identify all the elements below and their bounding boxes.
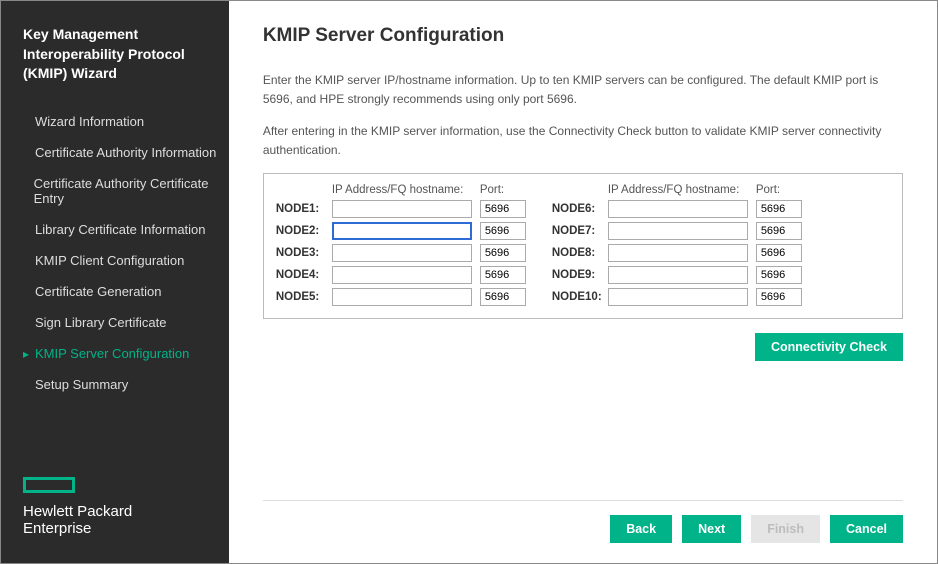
node-label: NODE10: xyxy=(552,291,600,303)
sidebar-item-label: Setup Summary xyxy=(35,377,128,392)
sidebar-item-label: Wizard Information xyxy=(35,114,144,129)
sidebar-item-kmip-client-config[interactable]: KMIP Client Configuration xyxy=(1,245,229,276)
cancel-button[interactable]: Cancel xyxy=(830,515,903,543)
sidebar-title: Key Management Interoperability Protocol… xyxy=(1,1,229,84)
sidebar-item-label: Library Certificate Information xyxy=(35,222,206,237)
sidebar-item-ca-information[interactable]: Certificate Authority Information xyxy=(1,137,229,168)
next-button[interactable]: Next xyxy=(682,515,741,543)
node8-port-input[interactable] xyxy=(756,244,802,262)
column-header-ip: IP Address/FQ hostname: xyxy=(332,184,472,196)
node6-port-input[interactable] xyxy=(756,200,802,218)
node-column-left: IP Address/FQ hostname: Port: NODE1: NOD… xyxy=(276,184,530,306)
sidebar-item-wizard-information[interactable]: Wizard Information xyxy=(1,106,229,137)
node2-ip-input[interactable] xyxy=(332,222,472,240)
node8-ip-input[interactable] xyxy=(608,244,748,262)
node-config-box: IP Address/FQ hostname: Port: NODE1: NOD… xyxy=(263,173,903,319)
node10-ip-input[interactable] xyxy=(608,288,748,306)
sidebar-item-label: Sign Library Certificate xyxy=(35,315,167,330)
sidebar-item-label: KMIP Server Configuration xyxy=(35,346,189,361)
node3-ip-input[interactable] xyxy=(332,244,472,262)
node-label: NODE9: xyxy=(552,269,600,281)
wizard-container: Key Management Interoperability Protocol… xyxy=(0,0,938,564)
node2-port-input[interactable] xyxy=(480,222,526,240)
node7-port-input[interactable] xyxy=(756,222,802,240)
page-title: KMIP Server Configuration xyxy=(263,25,903,47)
sidebar-item-label: Certificate Authority Information xyxy=(35,145,216,160)
node10-port-input[interactable] xyxy=(756,288,802,306)
node4-ip-input[interactable] xyxy=(332,266,472,284)
node7-ip-input[interactable] xyxy=(608,222,748,240)
main-panel: KMIP Server Configuration Enter the KMIP… xyxy=(229,1,937,563)
node-label: NODE5: xyxy=(276,291,324,303)
node-label: NODE4: xyxy=(276,269,324,281)
sidebar-item-kmip-server-config[interactable]: KMIP Server Configuration xyxy=(1,338,229,369)
node-label: NODE2: xyxy=(276,225,324,237)
node-column-right: IP Address/FQ hostname: Port: NODE6: NOD… xyxy=(552,184,806,306)
node1-port-input[interactable] xyxy=(480,200,526,218)
sidebar-item-sign-library-cert[interactable]: Sign Library Certificate xyxy=(1,307,229,338)
sidebar-item-setup-summary[interactable]: Setup Summary xyxy=(1,369,229,400)
wizard-footer: Back Next Finish Cancel xyxy=(263,500,903,543)
column-header-port: Port: xyxy=(756,184,806,196)
node5-port-input[interactable] xyxy=(480,288,526,306)
sidebar-nav: Wizard Information Certificate Authority… xyxy=(1,84,229,477)
hpe-logo-icon xyxy=(23,477,75,493)
finish-button: Finish xyxy=(751,515,820,543)
node1-ip-input[interactable] xyxy=(332,200,472,218)
sidebar-item-label: KMIP Client Configuration xyxy=(35,253,184,268)
node-label: NODE3: xyxy=(276,247,324,259)
intro-paragraph-1: Enter the KMIP server IP/hostname inform… xyxy=(263,71,903,108)
connectivity-row: Connectivity Check xyxy=(263,333,903,361)
intro-paragraph-2: After entering in the KMIP server inform… xyxy=(263,122,903,159)
sidebar: Key Management Interoperability Protocol… xyxy=(1,1,229,563)
sidebar-title-line1: Key Management Interoperability Protocol xyxy=(23,26,185,62)
node9-port-input[interactable] xyxy=(756,266,802,284)
node3-port-input[interactable] xyxy=(480,244,526,262)
sidebar-title-line2: (KMIP) Wizard xyxy=(23,65,117,81)
node-label: NODE8: xyxy=(552,247,600,259)
column-header-ip: IP Address/FQ hostname: xyxy=(608,184,748,196)
sidebar-item-library-cert-info[interactable]: Library Certificate Information xyxy=(1,214,229,245)
sidebar-item-ca-cert-entry[interactable]: Certificate Authority Certificate Entry xyxy=(1,168,229,214)
brand-text: Hewlett Packard Enterprise xyxy=(23,503,207,538)
connectivity-check-button[interactable]: Connectivity Check xyxy=(755,333,903,361)
brand: Hewlett Packard Enterprise xyxy=(1,477,229,564)
back-button[interactable]: Back xyxy=(610,515,672,543)
nav-arrow-icon xyxy=(23,346,35,361)
node6-ip-input[interactable] xyxy=(608,200,748,218)
sidebar-item-label: Certificate Generation xyxy=(35,284,161,299)
node9-ip-input[interactable] xyxy=(608,266,748,284)
brand-line1: Hewlett Packard xyxy=(23,503,132,520)
node4-port-input[interactable] xyxy=(480,266,526,284)
node-label: NODE1: xyxy=(276,203,324,215)
brand-line2: Enterprise xyxy=(23,520,91,537)
sidebar-item-cert-generation[interactable]: Certificate Generation xyxy=(1,276,229,307)
node-label: NODE6: xyxy=(552,203,600,215)
node5-ip-input[interactable] xyxy=(332,288,472,306)
sidebar-item-label: Certificate Authority Certificate Entry xyxy=(34,176,219,206)
node-label: NODE7: xyxy=(552,225,600,237)
column-header-port: Port: xyxy=(480,184,530,196)
